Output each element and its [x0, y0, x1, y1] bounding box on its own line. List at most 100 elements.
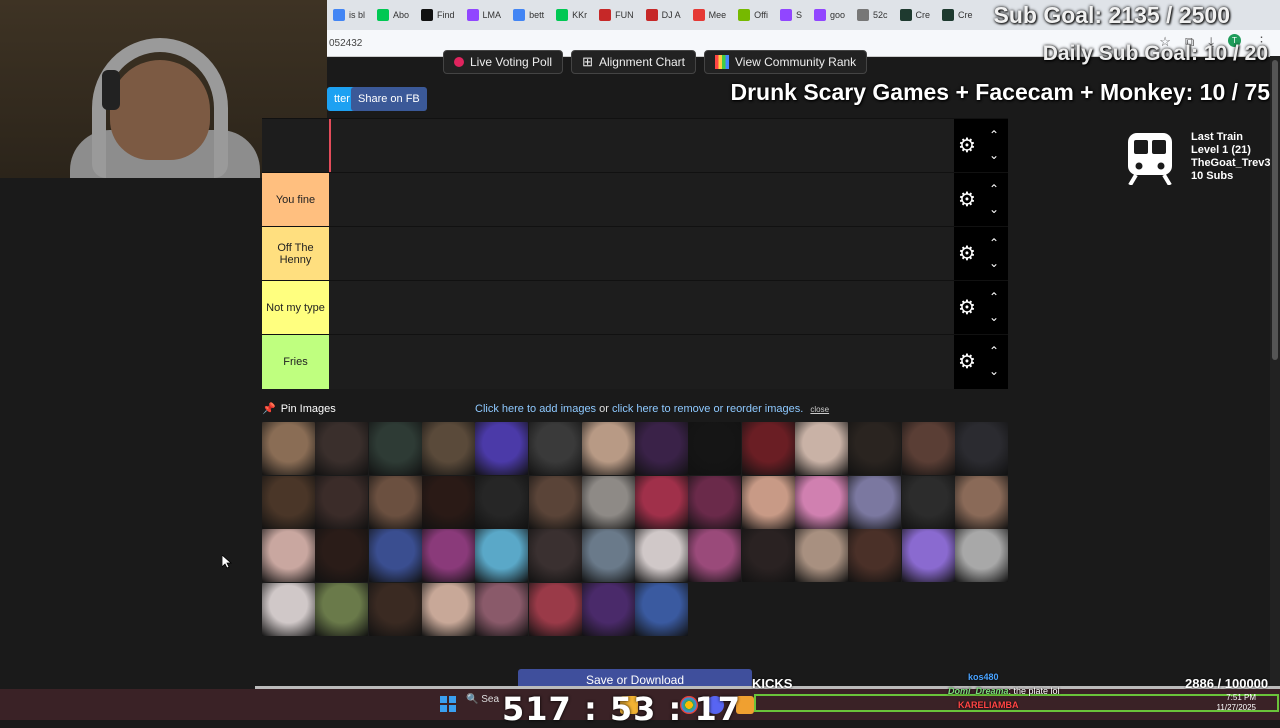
browser-tab[interactable]: 52c	[851, 0, 894, 30]
browser-tab[interactable]: Abo	[371, 0, 415, 30]
browser-tab[interactable]: Cre	[894, 0, 937, 30]
browser-tab[interactable]: FUN	[593, 0, 640, 30]
image-thumbnail[interactable]	[795, 422, 848, 475]
chevron-up-icon[interactable]: ⌃	[987, 291, 1001, 303]
reorder-images-link[interactable]: click here to remove or reorder images.	[612, 403, 803, 415]
tier-label[interactable]: You fine	[262, 173, 329, 227]
chevron-down-icon[interactable]: ⌄	[987, 203, 1001, 215]
page-scrollbar-thumb[interactable]	[1272, 60, 1278, 360]
image-thumbnail[interactable]	[475, 422, 529, 475]
image-thumbnail[interactable]	[368, 475, 422, 529]
image-thumbnail[interactable]	[262, 422, 315, 475]
image-thumbnail[interactable]	[848, 529, 902, 582]
image-thumbnail[interactable]	[528, 582, 582, 636]
gear-icon[interactable]: ⚙	[958, 298, 978, 318]
image-thumbnail[interactable]	[421, 475, 475, 529]
tier-drop-zone[interactable]	[329, 173, 954, 227]
gear-icon[interactable]: ⚙	[958, 190, 978, 210]
image-thumbnail[interactable]	[848, 475, 902, 529]
image-thumbnail[interactable]	[954, 422, 1008, 475]
tier-drop-zone[interactable]	[329, 227, 954, 281]
image-thumbnail[interactable]	[315, 529, 369, 582]
pin-images-toggle[interactable]: 📌 Pin Images	[262, 402, 336, 416]
image-thumbnail[interactable]	[901, 475, 955, 529]
image-thumbnail[interactable]	[528, 529, 582, 582]
image-thumbnail[interactable]	[315, 475, 369, 529]
image-thumbnail[interactable]	[368, 529, 422, 582]
image-thumbnail[interactable]	[795, 475, 848, 529]
chevron-up-icon[interactable]: ⌃	[987, 345, 1001, 357]
gear-icon[interactable]: ⚙	[958, 136, 978, 156]
browser-tab[interactable]: Find	[415, 0, 461, 30]
image-thumbnail[interactable]	[581, 475, 635, 529]
image-thumbnail[interactable]	[688, 422, 742, 475]
tier-label[interactable]: Not my type	[262, 281, 329, 335]
image-thumbnail[interactable]	[954, 529, 1008, 582]
chevron-down-icon[interactable]: ⌄	[987, 365, 1001, 377]
browser-tab[interactable]: KKr	[550, 0, 593, 30]
chevron-down-icon[interactable]: ⌄	[987, 149, 1001, 161]
image-thumbnail[interactable]	[635, 582, 689, 636]
tier-drop-zone[interactable]	[329, 281, 954, 335]
image-thumbnail[interactable]	[635, 475, 689, 529]
image-thumbnail[interactable]	[581, 582, 635, 636]
image-thumbnail[interactable]	[315, 422, 369, 475]
browser-tab[interactable]: DJ A	[640, 0, 687, 30]
browser-tab[interactable]: LMA	[461, 0, 508, 30]
browser-tab[interactable]: S	[774, 0, 808, 30]
image-thumbnail[interactable]	[848, 422, 902, 475]
close-link[interactable]: close	[810, 405, 829, 414]
image-thumbnail[interactable]	[635, 529, 689, 582]
image-thumbnail[interactable]	[368, 422, 422, 475]
image-thumbnail[interactable]	[262, 582, 315, 636]
share-facebook-button[interactable]: Share on FB	[351, 87, 427, 111]
chevron-down-icon[interactable]: ⌄	[987, 257, 1001, 269]
image-thumbnail[interactable]	[528, 475, 582, 529]
tier-drop-zone[interactable]	[329, 335, 954, 389]
chevron-down-icon[interactable]: ⌄	[987, 311, 1001, 323]
image-thumbnail[interactable]	[741, 475, 795, 529]
image-thumbnail[interactable]	[475, 529, 529, 582]
gear-icon[interactable]: ⚙	[958, 244, 978, 264]
browser-tab[interactable]: bett	[507, 0, 550, 30]
gear-icon[interactable]: ⚙	[958, 352, 978, 372]
browser-tab[interactable]: Offi	[732, 0, 774, 30]
tier-label[interactable]: Off The Henny	[262, 227, 329, 281]
tier-drop-zone[interactable]	[329, 119, 956, 173]
image-thumbnail[interactable]	[421, 582, 475, 636]
view-community-rank-button[interactable]: View Community Rank	[704, 50, 868, 74]
image-thumbnail[interactable]	[475, 475, 529, 529]
image-thumbnail[interactable]	[954, 475, 1008, 529]
image-thumbnail[interactable]	[688, 475, 742, 529]
image-thumbnail[interactable]	[528, 422, 582, 475]
image-thumbnail[interactable]	[581, 529, 635, 582]
chevron-up-icon[interactable]: ⌃	[987, 237, 1001, 249]
browser-tab[interactable]: is bl	[327, 0, 371, 30]
image-thumbnail[interactable]	[688, 529, 742, 582]
alignment-chart-button[interactable]: ⊞ Alignment Chart	[571, 50, 697, 74]
image-thumbnail[interactable]	[741, 422, 795, 475]
image-thumbnail[interactable]	[262, 475, 315, 529]
browser-tab[interactable]: goo	[808, 0, 851, 30]
image-thumbnail[interactable]	[262, 529, 315, 582]
chevron-up-icon[interactable]: ⌃	[987, 183, 1001, 195]
image-thumbnail[interactable]	[368, 582, 422, 636]
taskbar-search[interactable]: 🔍 Sea	[466, 694, 499, 705]
image-thumbnail[interactable]	[741, 529, 795, 582]
windows-start-icon[interactable]	[440, 696, 456, 712]
live-voting-poll-button[interactable]: Live Voting Poll	[443, 50, 564, 74]
system-clock[interactable]: 7:51 PM 11/27/2025	[1217, 693, 1256, 713]
image-thumbnail[interactable]	[315, 582, 369, 636]
image-thumbnail[interactable]	[901, 422, 955, 475]
image-thumbnail[interactable]	[635, 422, 689, 475]
address-text[interactable]: 052432	[329, 38, 362, 49]
image-thumbnail[interactable]	[421, 422, 475, 475]
browser-tab[interactable]: Mee	[687, 0, 733, 30]
chevron-up-icon[interactable]: ⌃	[987, 129, 1001, 141]
image-thumbnail[interactable]	[475, 582, 529, 636]
tier-label[interactable]	[262, 119, 329, 173]
image-thumbnail[interactable]	[901, 529, 955, 582]
tier-label[interactable]: Fries	[262, 335, 329, 389]
image-thumbnail[interactable]	[581, 422, 635, 475]
image-thumbnail[interactable]	[795, 529, 848, 582]
